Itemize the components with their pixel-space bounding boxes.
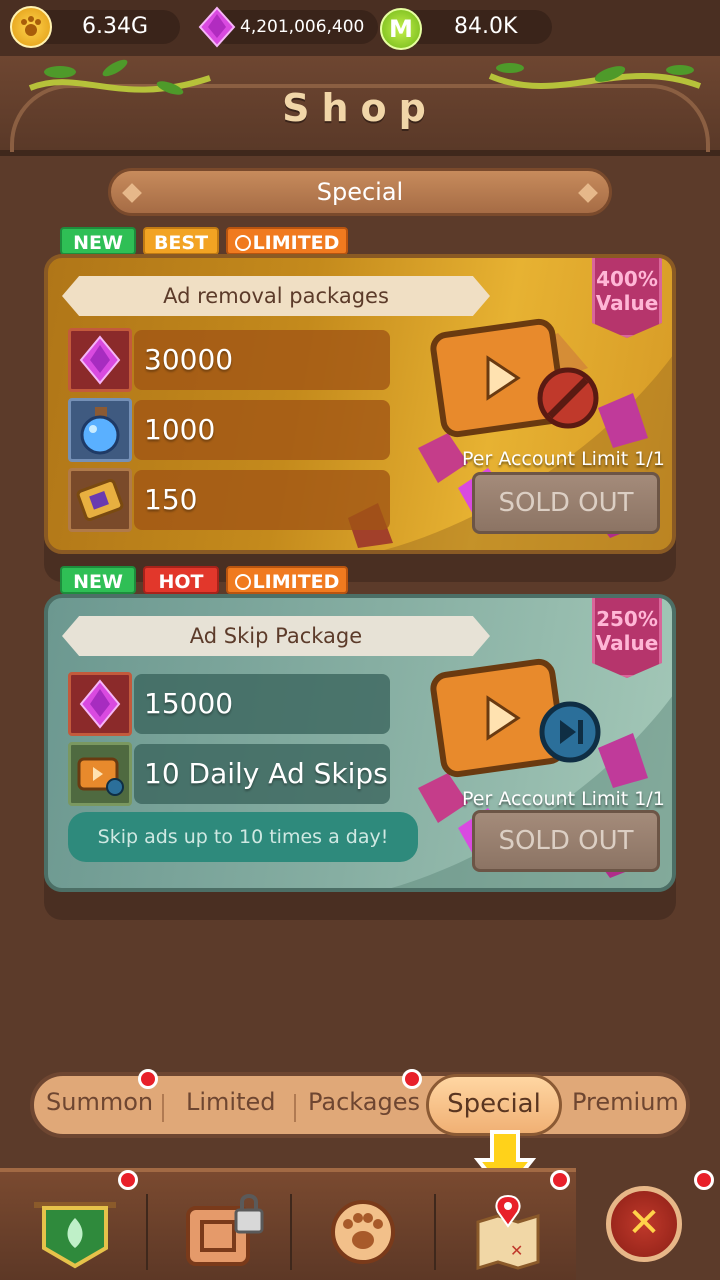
value-label: Value xyxy=(595,291,659,315)
package-card-ad-removal[interactable]: Ad removal packages 400% Value 30000 100… xyxy=(44,254,676,554)
scroll-locked-icon xyxy=(186,1194,264,1266)
notification-dot xyxy=(138,1069,158,1089)
gem-amount: 4,201,006,400 xyxy=(240,17,365,37)
item-amount: 10 Daily Ad Skips xyxy=(134,744,390,804)
nav-divider xyxy=(146,1194,148,1270)
purchase-limit: Per Account Limit 1/1 xyxy=(462,788,665,810)
notification-dot xyxy=(402,1069,422,1089)
tag-limited-label: LIMITED xyxy=(252,232,340,254)
tag-hot: HOT xyxy=(143,566,219,594)
list-item: 10 Daily Ad Skips xyxy=(68,742,390,806)
nav-scroll-locked[interactable] xyxy=(154,1182,284,1278)
nav-divider xyxy=(434,1194,436,1270)
item-amount: 150 xyxy=(134,470,390,530)
mileage-amount: 84.0K xyxy=(454,14,518,39)
sold-out-button[interactable]: SOLD OUT xyxy=(472,810,660,872)
tab-packages[interactable]: Packages xyxy=(308,1088,420,1116)
list-item: 30000 xyxy=(68,328,390,392)
purchase-limit: Per Account Limit 1/1 xyxy=(462,448,665,470)
item-amount: 1000 xyxy=(134,400,390,460)
tag-best: BEST xyxy=(143,227,219,255)
tag-limited: LIMITED xyxy=(226,227,348,255)
section-title-text: Special xyxy=(316,178,404,206)
tab-summon[interactable]: Summon xyxy=(46,1088,153,1116)
ornament-icon xyxy=(122,183,142,203)
package-note: Skip ads up to 10 times a day! xyxy=(68,812,418,862)
notification-dot xyxy=(550,1170,570,1190)
gold-paw-coin-icon xyxy=(10,6,52,48)
tag-new: NEW xyxy=(60,227,136,255)
nav-divider xyxy=(290,1194,292,1270)
sold-out-button[interactable]: SOLD OUT xyxy=(472,472,660,534)
no-sign-icon xyxy=(537,367,599,429)
nav-guild[interactable] xyxy=(10,1182,140,1278)
item-amount: 30000 xyxy=(134,330,390,390)
notification-dot xyxy=(118,1170,138,1190)
tag-limited: LIMITED xyxy=(226,566,348,594)
item-amount: 15000 xyxy=(134,674,390,734)
mileage-m-coin-icon: M xyxy=(380,8,422,50)
close-icon: ✕ xyxy=(627,1200,661,1246)
nav-pets[interactable] xyxy=(298,1182,428,1278)
ticket-icon xyxy=(68,468,132,532)
tab-divider xyxy=(294,1094,296,1122)
list-item: 150 xyxy=(68,468,390,532)
bottom-nav: ✕ xyxy=(0,1168,576,1280)
list-item: 1000 xyxy=(68,398,390,462)
tab-special[interactable]: Special xyxy=(426,1074,562,1136)
video-skip-icon xyxy=(68,742,132,806)
shop-tab-bar: Summon Limited Packages Special Premium xyxy=(30,1072,690,1138)
nav-map[interactable]: ✕ xyxy=(442,1182,572,1278)
tab-premium[interactable]: Premium xyxy=(572,1088,679,1116)
gem-icon xyxy=(68,672,132,736)
clock-icon xyxy=(234,574,251,590)
page-title: Shop xyxy=(282,86,438,130)
tab-divider xyxy=(162,1094,164,1122)
close-button[interactable]: ✕ xyxy=(606,1186,682,1262)
treasure-map-icon: ✕ xyxy=(476,1194,540,1271)
svg-text:✕: ✕ xyxy=(510,1241,523,1260)
gold-amount: 6.34G xyxy=(82,14,149,39)
guild-banner-icon xyxy=(34,1202,116,1269)
package-name: Ad removal packages xyxy=(62,276,490,316)
purple-gem-icon xyxy=(196,6,238,48)
gem-icon xyxy=(68,328,132,392)
currency-bar: 6.34G 4,201,006,400 M 84.0K xyxy=(0,0,720,56)
list-item: 15000 xyxy=(68,672,390,736)
value-percent: 250% xyxy=(596,607,658,631)
section-title: Special xyxy=(108,168,612,216)
package-card-ad-skip[interactable]: Ad Skip Package 250% Value 15000 10 Dail… xyxy=(44,594,676,892)
tag-new: NEW xyxy=(60,566,136,594)
value-badge: 400% Value xyxy=(592,258,662,338)
value-percent: 400% xyxy=(596,267,658,291)
tag-limited-label: LIMITED xyxy=(252,571,340,593)
shop-header: Shop xyxy=(0,56,720,156)
paw-icon xyxy=(331,1200,395,1264)
package-name: Ad Skip Package xyxy=(62,616,490,656)
ornament-icon xyxy=(578,183,598,203)
tab-limited[interactable]: Limited xyxy=(186,1088,276,1116)
potion-icon xyxy=(68,398,132,462)
value-label: Value xyxy=(595,631,659,655)
skip-icon xyxy=(539,701,601,763)
clock-icon xyxy=(234,235,251,251)
value-badge: 250% Value xyxy=(592,598,662,678)
notification-dot xyxy=(694,1170,714,1190)
